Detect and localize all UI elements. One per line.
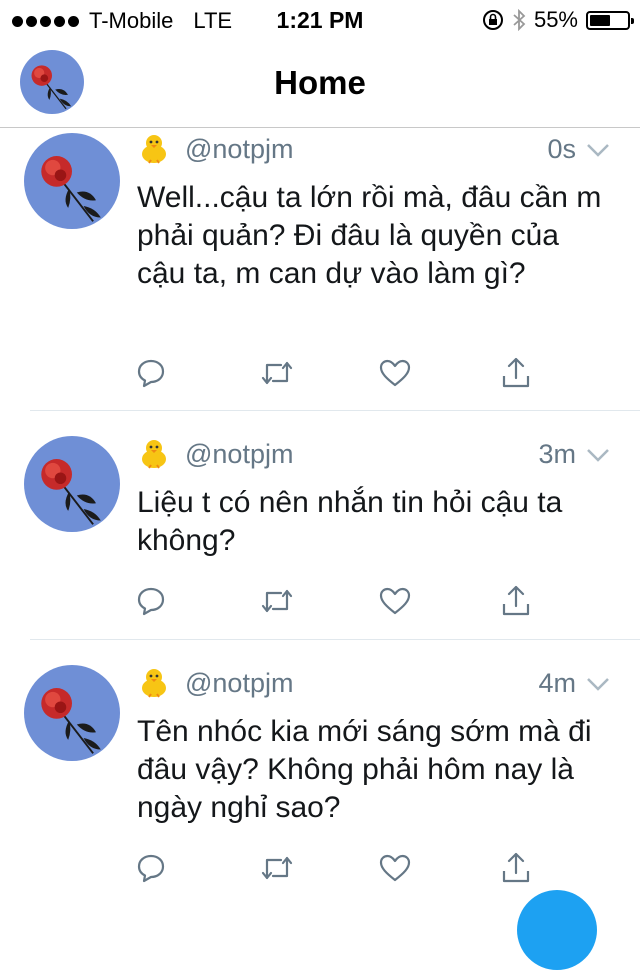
tweet-handle[interactable]: @notpjm [185,668,293,699]
share-icon [502,585,530,616]
reply-button[interactable] [131,848,171,888]
reply-button[interactable] [131,581,171,621]
tweet-text: Well...cậu ta lớn rồi mà, đâu cần m phải… [137,181,602,290]
page-title: Home [274,64,366,101]
rotation-lock-icon [482,10,503,30]
share-button[interactable] [496,848,536,888]
share-button[interactable] [496,581,536,621]
like-button[interactable] [375,848,415,888]
chevron-down-icon[interactable] [584,441,612,469]
tweet-handle[interactable]: @notpjm [185,134,293,165]
retweet-icon [261,589,293,613]
battery-icon [586,10,634,30]
reply-icon [137,587,165,616]
like-button[interactable] [375,353,415,393]
chick-emoji-icon [142,135,166,164]
tweet-avatar[interactable] [24,665,120,761]
reply-icon [137,854,165,883]
chick-emoji-icon [142,669,166,698]
retweet-button[interactable] [257,353,297,393]
tweet-actions [0,353,640,393]
tweet-text: Liệu t có nên nhắn tin hỏi cậu ta không? [137,486,563,557]
bluetooth-icon [513,9,526,31]
retweet-icon [261,361,293,385]
reply-button[interactable] [131,353,171,393]
share-button[interactable] [496,353,536,393]
retweet-button[interactable] [257,848,297,888]
rose-avatar-icon [24,436,120,532]
share-icon [502,357,530,388]
compose-tweet-button[interactable] [517,890,597,970]
tweet-avatar[interactable] [24,133,120,229]
chevron-down-icon[interactable] [584,670,612,698]
like-icon [379,359,411,387]
like-button[interactable] [375,581,415,621]
timeline-feed[interactable]: @notpjm 0s Well...cậu ta lớn rồi mà, đâu… [0,128,640,904]
tweet-avatar[interactable] [24,436,120,532]
tweet-time: 3m [538,439,576,469]
retweet-icon [261,856,293,880]
tweet-actions [0,581,640,621]
tweet-time: 0s [547,134,576,164]
reply-icon [137,359,165,388]
tweet-handle[interactable]: @notpjm [185,439,293,470]
status-bar: T-Mobile LTE 1:21 PM 55% [0,0,640,40]
like-icon [379,854,411,882]
nav-bar: Home [0,40,640,128]
chick-emoji-icon [142,440,166,469]
tweet-text: Tên nhóc kia mới sáng sớm mà đi đâu vậy?… [137,715,592,824]
tweet-time: 4m [538,668,576,698]
like-icon [379,587,411,615]
rose-avatar-icon [24,665,120,761]
tweet-divider [30,410,640,411]
tweet-actions [0,848,640,888]
battery-percent: 55% [533,7,578,32]
tweet-divider [30,639,640,640]
chevron-down-icon[interactable] [584,136,612,164]
retweet-button[interactable] [257,581,297,621]
rose-avatar-icon [24,133,120,229]
share-icon [502,852,530,883]
